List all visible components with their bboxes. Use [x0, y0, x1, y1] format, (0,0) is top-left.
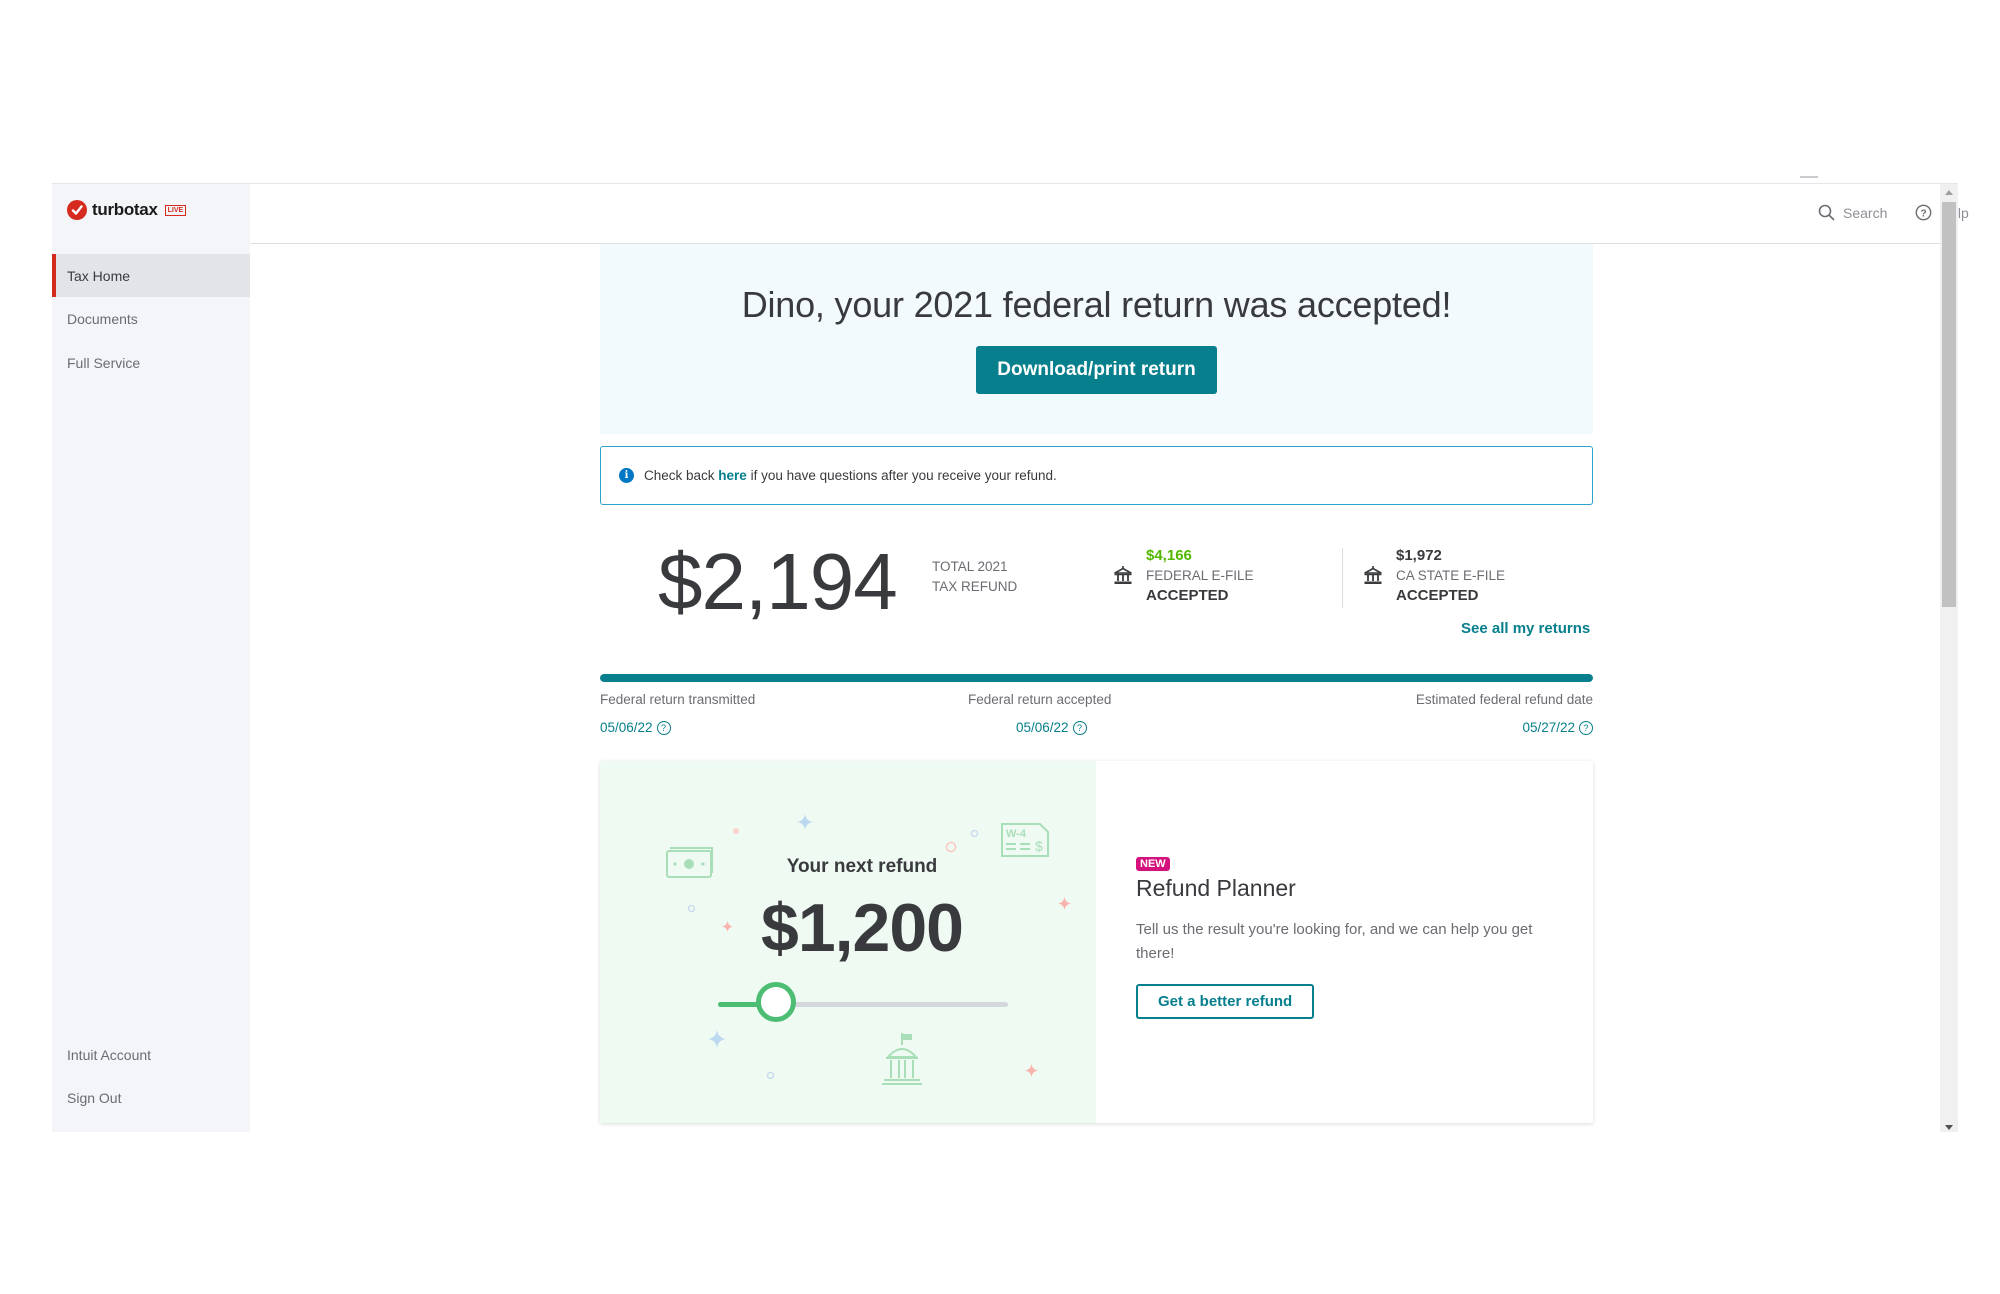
- milestone-label-refund-date: Estimated federal refund date: [1415, 692, 1593, 707]
- refund-planner-card: W-4 $ Your next refund $1,200 NEW Refund…: [600, 761, 1593, 1123]
- milestone-date-transmitted: 05/06/22 ?: [600, 720, 671, 735]
- live-badge: LIVE: [164, 204, 187, 216]
- sparkle-icon: [708, 1030, 726, 1048]
- total-refund-amount: $2,194: [658, 537, 898, 626]
- svg-text:W-4: W-4: [1006, 828, 1027, 840]
- sidebar-item-documents[interactable]: Documents: [52, 297, 250, 340]
- federal-efile-status: $4,166 FEDERAL E-FILE ACCEPTED: [1112, 546, 1254, 606]
- search-icon: [1818, 204, 1835, 221]
- federal-efile-label: FEDERAL E-FILE: [1146, 568, 1254, 583]
- sidebar-item-full-service[interactable]: Full Service: [52, 341, 250, 384]
- vertical-scrollbar[interactable]: [1940, 184, 1958, 1132]
- w4-form-icon: W-4 $: [1001, 823, 1049, 857]
- svg-text:?: ?: [1920, 208, 1926, 219]
- sidebar-item-label: Intuit Account: [67, 1046, 152, 1063]
- dot-decoration: [766, 1071, 775, 1080]
- info-text-prefix: Check back: [644, 468, 719, 483]
- new-badge: NEW: [1136, 857, 1170, 871]
- brand-name: turbotax: [92, 200, 158, 219]
- refund-planner-description: Tell us the result you're looking for, a…: [1136, 921, 1533, 962]
- date-value: 05/06/22: [1016, 720, 1069, 735]
- sidebar-item-label: Documents: [67, 310, 138, 327]
- caption-line: TAX REFUND: [932, 579, 1018, 594]
- next-refund-label: Your next refund: [786, 856, 938, 877]
- slider-handle[interactable]: [756, 982, 796, 1022]
- info-text-suffix: if you have questions after you receive …: [746, 468, 1057, 483]
- app-window: turbotax LIVE Tax Home Documents Full Se…: [52, 183, 1969, 1132]
- sidebar-item-label: Full Service: [67, 354, 141, 371]
- question-circle-icon[interactable]: ?: [1072, 720, 1087, 735]
- refund-planner-info: NEW Refund Planner Tell us the result yo…: [1136, 854, 1556, 1019]
- state-status-badge: ACCEPTED: [1396, 587, 1479, 604]
- caption-line: TOTAL 2021: [932, 559, 1008, 574]
- scroll-down-arrow-icon[interactable]: [1945, 1125, 1953, 1130]
- checkmark-logo-icon: [67, 200, 87, 220]
- refund-planner-title: Refund Planner: [1136, 875, 1296, 901]
- dot-decoration: [945, 841, 957, 853]
- federal-status-badge: ACCEPTED: [1146, 587, 1229, 604]
- sidebar-item-sign-out[interactable]: Sign Out: [52, 1076, 250, 1119]
- question-circle-icon: ?: [1915, 204, 1932, 221]
- milestone-date-accepted: 05/06/22 ?: [1016, 720, 1087, 735]
- sidebar-item-label: Sign Out: [67, 1089, 122, 1106]
- sidebar-item-label: Tax Home: [67, 267, 131, 284]
- search-button[interactable]: Search: [1818, 204, 1887, 221]
- date-value: 05/27/22: [1522, 720, 1575, 735]
- window-minimize-mark: [1800, 176, 1818, 178]
- state-efile-status: $1,972 CA STATE E-FILE ACCEPTED: [1362, 546, 1505, 606]
- accepted-banner: Dino, your 2021 federal return was accep…: [600, 244, 1593, 434]
- question-circle-icon[interactable]: ?: [656, 720, 671, 735]
- info-icon: i: [619, 468, 634, 483]
- page-title: Dino, your 2021 federal return was accep…: [741, 284, 1452, 325]
- refund-progress-bar: [600, 674, 1593, 682]
- dot-decoration: [733, 828, 739, 834]
- dot-decoration: [970, 829, 979, 838]
- federal-refund-amount: $4,166: [1146, 547, 1192, 564]
- total-refund-caption: TOTAL 2021 TAX REFUND: [932, 557, 1017, 597]
- svg-text:$: $: [1035, 838, 1043, 854]
- scrollbar-thumb[interactable]: [1942, 202, 1956, 607]
- next-refund-amount: $1,200: [761, 890, 964, 966]
- get-better-refund-button[interactable]: Get a better refund: [1136, 984, 1315, 1019]
- milestone-label-accepted: Federal return accepted: [968, 692, 1112, 707]
- download-print-return-button[interactable]: Download/print return: [976, 346, 1217, 394]
- see-all-returns-link[interactable]: See all my returns: [1461, 620, 1590, 637]
- sparkle-icon: [1025, 1064, 1038, 1077]
- refund-slider[interactable]: [718, 982, 1008, 1022]
- scroll-up-arrow-icon[interactable]: [1945, 190, 1953, 195]
- top-bar: Search ? Help: [250, 184, 1969, 244]
- search-label: Search: [1843, 204, 1888, 221]
- question-circle-icon[interactable]: ?: [1579, 720, 1593, 735]
- sidebar-item-tax-home[interactable]: Tax Home: [52, 254, 250, 297]
- sidebar: turbotax LIVE Tax Home Documents Full Se…: [52, 184, 250, 1132]
- milestone-date-refund: 05/27/22 ?: [1522, 720, 1593, 735]
- info-message: i Check back here if you have questions …: [600, 446, 1593, 505]
- here-link[interactable]: here: [718, 468, 747, 483]
- turbotax-logo[interactable]: turbotax LIVE: [67, 200, 187, 220]
- efile-divider: [1342, 548, 1343, 608]
- sidebar-item-intuit-account[interactable]: Intuit Account: [52, 1033, 250, 1076]
- date-value: 05/06/22: [600, 720, 653, 735]
- government-building-icon: [882, 1033, 922, 1085]
- refund-progress-fill: [600, 674, 1593, 682]
- milestone-label-transmitted: Federal return transmitted: [600, 692, 756, 707]
- state-efile-label: CA STATE E-FILE: [1396, 568, 1506, 583]
- refund-planner-illustration: W-4 $ Your next refund $1,200: [600, 761, 1096, 1123]
- bank-building-icon: [1364, 566, 1382, 584]
- state-refund-amount: $1,972: [1396, 547, 1442, 564]
- sparkle-icon: [797, 814, 813, 830]
- bank-building-icon: [1114, 566, 1132, 584]
